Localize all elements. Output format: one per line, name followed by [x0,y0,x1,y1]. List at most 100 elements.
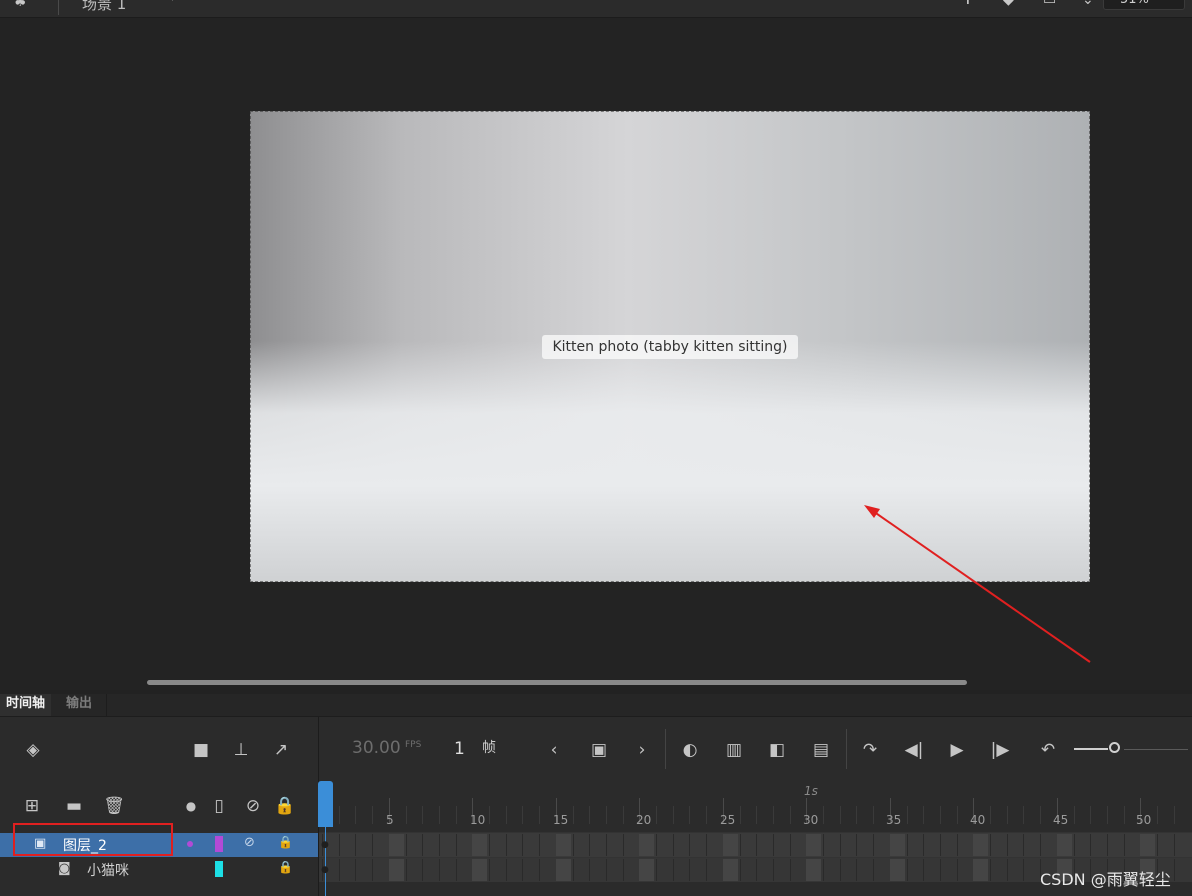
frame-cell[interactable] [873,834,874,856]
lock-icon[interactable]: 🔒 [278,835,293,849]
frame-cell[interactable] [756,859,757,881]
frame-cell[interactable] [706,834,707,856]
frame-cell[interactable] [723,834,738,856]
frame-cell[interactable] [689,859,690,881]
frame-cell[interactable] [339,834,340,856]
frame-cell[interactable] [573,859,574,881]
lock-icon[interactable]: 🔒 [272,794,298,818]
frame-cell[interactable] [1090,834,1091,856]
frame-cell[interactable] [856,859,857,881]
frame-cell[interactable] [1023,859,1024,881]
frame-cell[interactable] [422,859,423,881]
undo-icon[interactable]: ↶ [1035,738,1061,762]
frame-cell[interactable] [589,834,590,856]
frame-cell[interactable] [740,834,741,856]
keyframe-dot[interactable]: ● [321,840,329,850]
frame-cell[interactable] [806,859,821,881]
frame-cell[interactable] [673,859,674,881]
frame-cell[interactable] [790,859,791,881]
onion-skin-icon[interactable]: ◐ [677,738,703,762]
layer-highlight-dot[interactable] [187,841,193,847]
loop-icon[interactable]: ↷ [857,738,883,762]
frame-cell[interactable] [556,859,571,881]
keyframe-dot[interactable]: ● [321,865,329,875]
modify-markers-icon[interactable]: ▤ [808,738,834,762]
timeline-zoom-track-rest[interactable] [1124,749,1188,750]
horizontal-scrollbar[interactable] [147,680,967,685]
frame-cell[interactable] [456,834,457,856]
tab-output[interactable]: 输出 [60,694,98,716]
frame-cell[interactable] [957,859,958,881]
frame-cell[interactable] [589,859,590,881]
onion-outline-icon[interactable]: ▥ [721,738,747,762]
frame-cell[interactable] [1023,834,1024,856]
frame-cell[interactable] [472,859,487,881]
next-keyframe-icon[interactable]: › [629,738,655,762]
frame-cell[interactable] [840,834,841,856]
frame-cell[interactable] [923,859,924,881]
frame-cell[interactable] [539,834,540,856]
zoom-level-field[interactable]: 51% [1103,0,1185,10]
prev-keyframe-icon[interactable]: ‹ [541,738,567,762]
frame-cell[interactable] [573,834,574,856]
frame-cell[interactable] [823,834,824,856]
frame-cell[interactable] [740,859,741,881]
frame-cell[interactable] [1074,834,1075,856]
hide-icon[interactable]: ⊘ [240,794,266,818]
chevron-down-icon[interactable]: ▾ [170,0,175,4]
step-forward-icon[interactable]: |▶ [987,738,1013,762]
frame-cell[interactable] [873,859,874,881]
frame-cell[interactable] [973,859,988,881]
frame-cell[interactable] [773,859,774,881]
frame-cell[interactable] [1007,859,1008,881]
frame-cell[interactable] [439,859,440,881]
frame-cell[interactable] [973,834,988,856]
frame-cell[interactable] [806,834,821,856]
frame-cell[interactable] [790,834,791,856]
outline-icon[interactable]: ▯ [206,794,232,818]
tab-timeline[interactable]: 时间轴 [0,694,52,716]
frame-cell[interactable] [489,859,490,881]
hide-icon[interactable]: ⊘ [244,835,255,850]
edit-multiple-frames-icon[interactable]: ◧ [764,738,790,762]
frame-cell[interactable] [723,859,738,881]
frame-cell[interactable] [506,859,507,881]
frame-cell[interactable] [940,834,941,856]
layers-icon[interactable]: ◈ [20,738,46,762]
chevron-down-icon[interactable]: ⌄ [1082,0,1094,8]
frame-cell[interactable] [856,834,857,856]
frame-cell[interactable] [522,834,523,856]
frame-cell[interactable] [1124,834,1125,856]
frame-cell[interactable] [656,859,657,881]
frame-cell[interactable] [1157,834,1158,856]
frame-cell[interactable] [1174,859,1175,881]
frame-cell[interactable] [372,834,373,856]
frame-cell[interactable] [606,834,607,856]
frame-cell[interactable] [355,834,356,856]
frame-cell[interactable] [522,859,523,881]
delete-layer-icon[interactable]: 🗑 [101,794,127,818]
new-layer-icon[interactable]: ⊞ [19,794,45,818]
frame-cell[interactable] [489,834,490,856]
frame-cell[interactable] [439,834,440,856]
frame-cell[interactable] [689,834,690,856]
layer-parenting-icon[interactable]: ⊥ [228,738,254,762]
frame-cell[interactable] [372,859,373,881]
frame-cell[interactable] [406,834,407,856]
frame-cell[interactable] [907,859,908,881]
frame-cell[interactable] [773,834,774,856]
paint-bucket-icon[interactable]: ◆ [1003,0,1014,8]
frame-cell[interactable] [890,834,905,856]
frame-cell[interactable] [339,859,340,881]
frame-cell[interactable] [1007,834,1008,856]
frame-cell[interactable] [823,859,824,881]
frame-cell[interactable] [1040,834,1041,856]
timeline-zoom-knob[interactable] [1109,742,1120,753]
frame-cell[interactable] [890,859,905,881]
frame-cell[interactable] [673,834,674,856]
frame-cell[interactable] [907,834,908,856]
frame-cell[interactable] [1140,834,1155,856]
frame-cell[interactable] [422,834,423,856]
layer-row[interactable]: ◙ 小猫咪 🔒 [0,858,318,882]
step-back-icon[interactable]: ◀| [901,738,927,762]
